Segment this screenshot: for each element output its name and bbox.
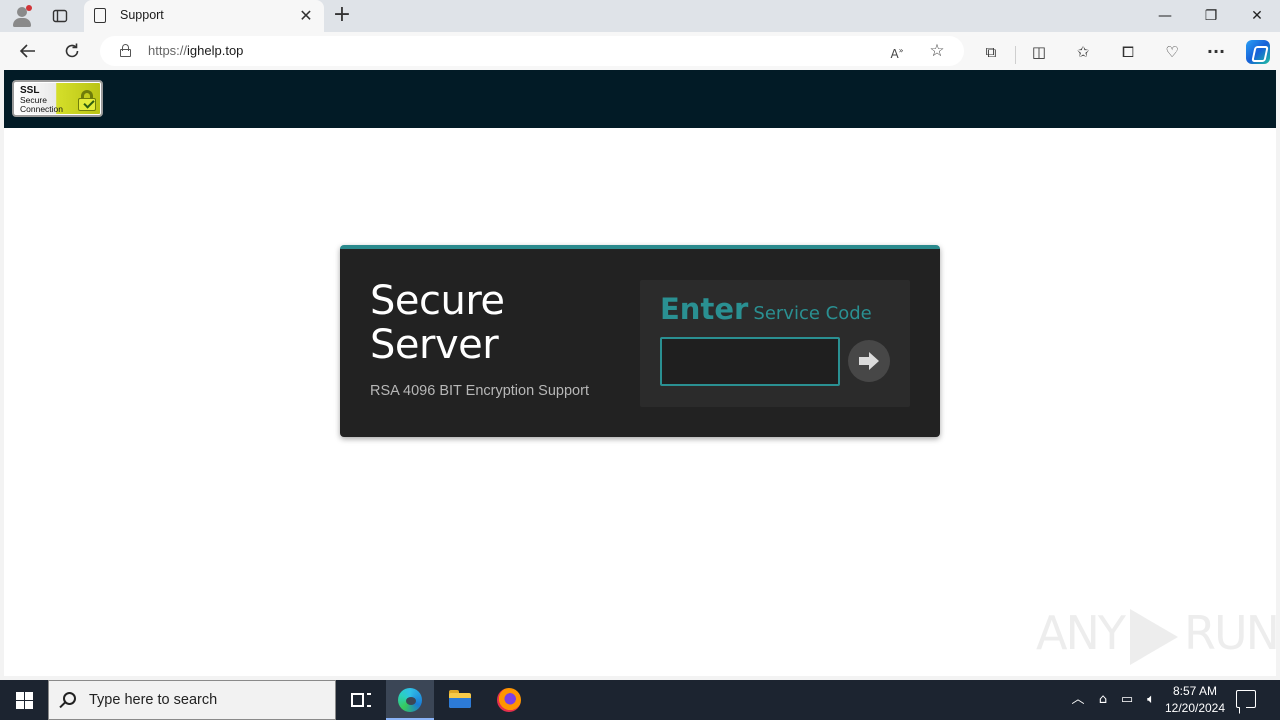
more-menu-icon[interactable]: ··· <box>1204 40 1228 64</box>
new-tab-icon[interactable]: + <box>330 4 354 28</box>
notifications-icon[interactable] <box>1236 690 1256 708</box>
tab-support[interactable]: Support ✕ <box>84 0 324 32</box>
site-header: SSL Secure Connection <box>4 70 1276 128</box>
service-code-panel: Enter Service Code <box>640 280 910 407</box>
firefox-icon[interactable] <box>485 680 533 720</box>
window-close-icon[interactable]: ✕ <box>1234 0 1280 32</box>
task-view-icon[interactable] <box>336 680 384 720</box>
browser-toolbar: https://ighelp.top A» ☆ ⧉ ◫ ✩ ⧠ ♡ ··· <box>0 32 1280 70</box>
copilot-icon[interactable] <box>1246 40 1270 64</box>
ssl-badge-line3: Connection <box>20 103 64 114</box>
windows-taskbar: Type here to search ︿ ⌂ ▭ 🔈︎ 8:57 AM 12/… <box>0 680 1280 720</box>
browser-title-bar: Support ✕ + — ❐ ✕ <box>0 0 1280 32</box>
network-icon[interactable]: ▭ <box>1116 680 1138 720</box>
arrow-right-icon <box>859 352 879 370</box>
card-title: Secure Server <box>370 279 590 367</box>
tab-close-icon[interactable]: ✕ <box>296 6 316 26</box>
submit-arrow-button[interactable] <box>848 340 890 382</box>
lock-icon[interactable] <box>120 44 131 57</box>
meet-now-icon[interactable]: ⌂ <box>1092 680 1114 720</box>
search-placeholder: Type here to search <box>89 692 218 708</box>
padlock-check-icon <box>78 90 96 111</box>
service-code-label: Enter Service Code <box>660 292 872 326</box>
profile-icon[interactable] <box>10 4 34 28</box>
anyrun-watermark: ANY RUN <box>1036 606 1276 665</box>
ssl-secure-badge: SSL Secure Connection <box>12 80 103 117</box>
collections-icon[interactable]: ⧠ <box>1116 40 1140 64</box>
clock-date: 12/20/2024 <box>1164 701 1226 715</box>
start-button[interactable] <box>0 680 48 720</box>
performance-icon[interactable]: ♡ <box>1160 40 1184 64</box>
favorites-icon[interactable]: ✩ <box>1071 40 1095 64</box>
reload-icon[interactable] <box>58 37 86 65</box>
card-title-line1: Secure <box>370 278 505 324</box>
service-code-input[interactable] <box>660 337 840 386</box>
toolbar-divider <box>1015 46 1016 64</box>
address-bar[interactable]: https://ighelp.top A» ☆ <box>100 36 964 66</box>
enter-label: Enter <box>660 292 749 326</box>
page-icon <box>94 8 106 23</box>
ssl-badge-text: SSL Secure Connection <box>20 85 68 113</box>
secure-server-card: Secure Server RSA 4096 BIT Encryption Su… <box>340 245 940 437</box>
show-hidden-icons[interactable]: ︿ <box>1066 680 1090 720</box>
url-text[interactable]: https://ighelp.top <box>148 43 243 58</box>
extensions-icon[interactable]: ⧉ <box>979 40 1003 64</box>
card-title-line2: Server <box>370 322 499 368</box>
volume-icon[interactable]: 🔈︎ <box>1140 680 1162 720</box>
search-icon <box>63 692 76 705</box>
split-screen-icon[interactable]: ◫ <box>1027 40 1051 64</box>
edge-taskbar-icon[interactable] <box>386 680 434 720</box>
service-code-text: Service Code <box>753 303 872 324</box>
minimize-icon[interactable]: — <box>1142 0 1188 32</box>
play-icon <box>1129 608 1178 665</box>
taskbar-clock[interactable]: 8:57 AM 12/20/2024 <box>1164 683 1226 717</box>
clock-time: 8:57 AM <box>1172 684 1218 698</box>
file-explorer-icon[interactable] <box>436 680 484 720</box>
page-viewport: SSL Secure Connection Secure Server RSA … <box>4 70 1276 676</box>
encryption-subtitle: RSA 4096 BIT Encryption Support <box>370 383 589 399</box>
tab-title: Support <box>120 8 164 22</box>
taskbar-search[interactable]: Type here to search <box>48 680 336 720</box>
read-aloud-icon[interactable]: A» <box>886 40 908 62</box>
favorite-star-icon[interactable]: ☆ <box>926 40 948 62</box>
tab-actions-icon[interactable] <box>48 4 72 28</box>
restore-icon[interactable]: ❐ <box>1188 0 1234 32</box>
back-icon[interactable] <box>14 37 42 65</box>
